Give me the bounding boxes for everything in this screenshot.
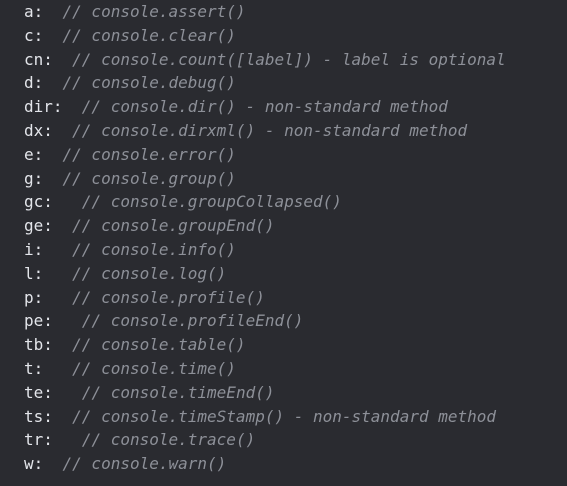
code-key: cn: [24, 49, 53, 69]
code-gap [53, 121, 72, 140]
code-line-table: tb: // console.table() [24, 333, 246, 357]
code-comment: // console.debug() [62, 73, 236, 93]
code-gap [43, 288, 72, 307]
code-comment: // console.profileEnd() [81, 311, 304, 331]
code-line-time-stamp: ts: // console.timeStamp() - non-standar… [24, 405, 496, 429]
code-line-assert: a: // console.assert() [24, 0, 246, 24]
code-key: a: [24, 2, 44, 21]
code-comment: // console.warn() [62, 454, 227, 474]
code-line-profile-end: pe: // console.profileEnd() [24, 309, 303, 333]
code-line-dirxml: dx: // console.dirxml() - non-standard m… [24, 119, 467, 143]
code-comment: // console.trace() [81, 430, 256, 450]
code-gap [53, 50, 72, 69]
code-line-group-end: ge: // console.groupEnd() [24, 214, 274, 238]
code-key: l: [24, 263, 44, 283]
code-comment: // console.group() [62, 168, 236, 188]
code-comment: // console.timeStamp() - non-standard me… [72, 406, 497, 426]
code-comment: // console.assert() [62, 2, 246, 21]
code-line-time-end: te: // console.timeEnd() [24, 381, 274, 405]
code-gap [53, 383, 82, 402]
code-key: gc: [24, 192, 53, 212]
code-gap [43, 145, 62, 164]
code-key: pe: [24, 311, 53, 331]
code-gap [53, 407, 72, 426]
code-comment: // console.timeEnd() [81, 382, 275, 402]
code-comment: // console.table() [72, 335, 246, 355]
code-line-dir: dir: // console.dir() - non-standard met… [24, 95, 448, 119]
code-line-group: g: // console.group() [24, 167, 236, 191]
code-comment: // console.time() [72, 359, 236, 378]
code-line-count: cn: // console.count([label]) - label is… [24, 48, 506, 72]
code-comment: // console.log() [72, 263, 227, 283]
code-comment: // console.error() [62, 144, 236, 164]
code-gap [53, 430, 82, 449]
code-comment: // console.groupCollapsed() [81, 192, 342, 212]
code-gap [53, 192, 82, 211]
code-key: p: [24, 287, 44, 307]
code-gap [43, 359, 72, 378]
code-gap [53, 311, 82, 330]
code-line-profile: p: // console.profile() [24, 286, 265, 310]
code-key: dx: [24, 121, 53, 140]
code-gap [43, 2, 62, 21]
code-comment: // console.groupEnd() [72, 216, 275, 236]
code-key: c: [24, 25, 44, 45]
code-editor[interactable]: a: // console.assert() c: // console.cle… [0, 0, 567, 486]
code-key: ge: [24, 216, 53, 236]
code-key: dir: [24, 97, 63, 117]
code-line-group-collapsed: gc: // console.groupCollapsed() [24, 190, 342, 214]
code-line-log: l: // console.log() [24, 262, 226, 286]
code-key: e: [24, 144, 44, 164]
code-gap [53, 335, 72, 354]
code-key: i: [24, 240, 44, 259]
code-comment: // console.info() [72, 240, 236, 259]
code-comment: // console.dirxml() - non-standard metho… [72, 121, 468, 140]
code-key: ts: [24, 406, 53, 426]
code-comment: // console.dir() - non-standard method [81, 97, 448, 117]
code-key: te: [24, 382, 53, 402]
code-comment: // console.profile() [72, 287, 265, 307]
code-key: tb: [24, 335, 53, 355]
code-gap [43, 73, 62, 92]
code-line-time: t: // console.time() [24, 357, 236, 381]
code-line-trace: tr: // console.trace() [24, 428, 255, 452]
code-line-warn: w: // console.warn() [24, 452, 226, 476]
code-gap [43, 264, 72, 283]
code-line-error: e: // console.error() [24, 143, 236, 167]
code-key: t: [24, 359, 44, 378]
code-gap [43, 240, 72, 259]
code-key: tr: [24, 430, 53, 450]
code-comment: // console.count([label]) - label is opt… [72, 49, 506, 69]
code-line-clear: c: // console.clear() [24, 24, 236, 48]
code-gap [63, 97, 82, 116]
code-line-info: i: // console.info() [24, 238, 236, 262]
code-key: w: [24, 454, 44, 474]
code-gap [43, 454, 62, 473]
code-key: d: [24, 73, 44, 93]
code-line-debug: d: // console.debug() [24, 71, 236, 95]
code-key: g: [24, 168, 44, 188]
code-gap [43, 26, 62, 45]
code-gap [53, 216, 72, 235]
code-comment: // console.clear() [62, 25, 236, 45]
code-gap [43, 169, 62, 188]
